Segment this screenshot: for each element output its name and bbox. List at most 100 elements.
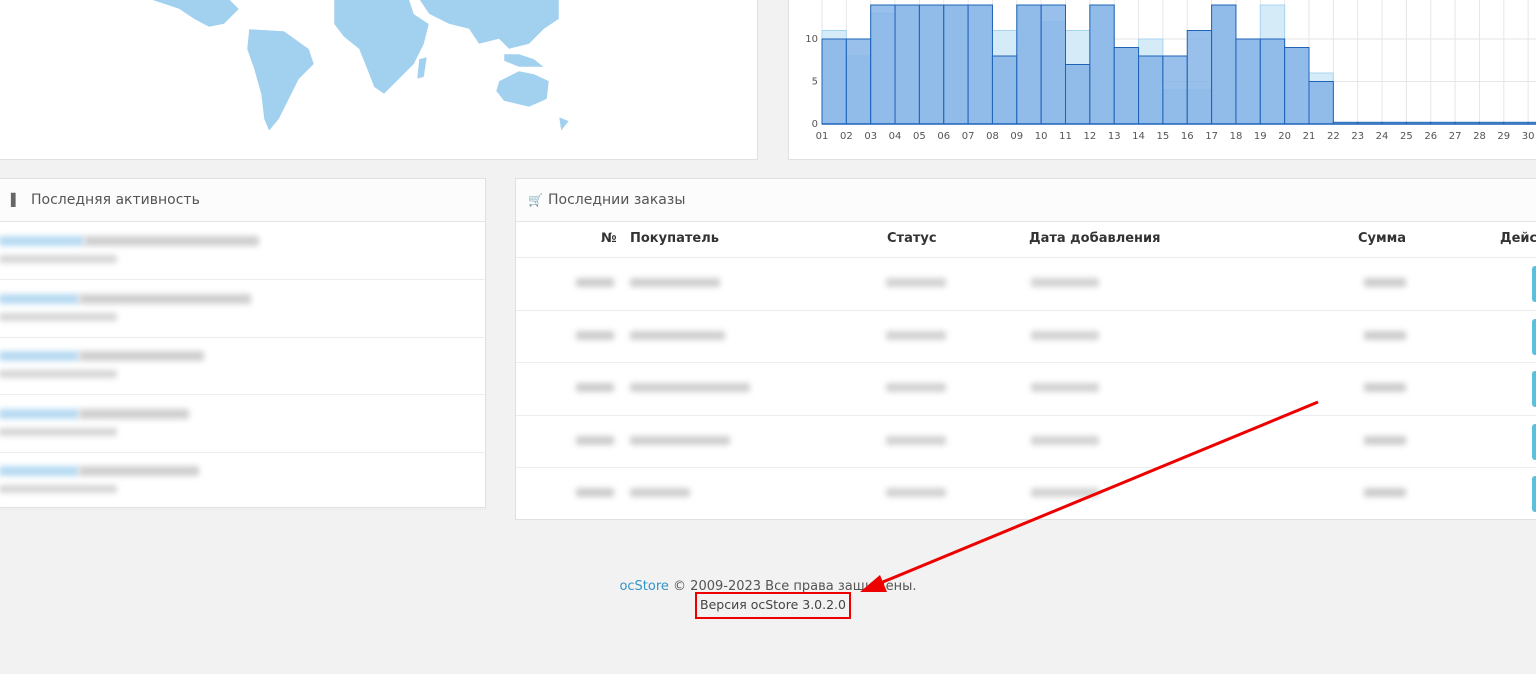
activity-text [79,408,189,419]
chart-bar-primary[interactable] [967,4,993,125]
activity-item [0,337,487,395]
activity-date [0,312,117,321]
ocstore-link[interactable]: ocStore [619,579,668,594]
recent-orders-panel: 🛒 Последнии заказы № Покупатель Статус Да… [515,178,1536,520]
x-tick-label: 01 [816,131,829,142]
activity-item [0,222,487,280]
activity-date [0,427,117,436]
chart-bar-primary[interactable] [1089,4,1115,125]
col-customer[interactable]: Покупатель [630,231,719,246]
x-tick-label: 21 [1303,131,1316,142]
order-id [576,278,614,287]
order-total [1364,488,1406,497]
col-number[interactable]: № [601,231,617,246]
order-date [1031,383,1099,392]
chart-bar-primary[interactable] [1235,38,1261,125]
chart-bar-primary[interactable] [870,4,896,125]
x-tick-label: 28 [1473,131,1486,142]
chart-bar-primary[interactable] [845,38,872,125]
x-tick-label: 14 [1132,131,1145,142]
order-date [1031,278,1099,287]
x-tick-label: 08 [986,131,999,142]
x-tick-label: 23 [1351,131,1364,142]
recent-activity-heading: ▌ Последняя активность [0,179,485,222]
x-tick-label: 30 [1522,131,1535,142]
view-order-button[interactable] [1532,371,1536,407]
chart-bar-primary[interactable] [1113,47,1140,125]
x-tick-label: 18 [1230,131,1243,142]
version-label: Версия ocStore 3.0.2.0 [695,592,851,619]
chart-bar-primary[interactable] [1138,55,1164,125]
x-tick-label: 17 [1205,131,1218,142]
sales-chart-panel: 0 5 10 01 02 03 04 05 06 07 08 09 10 11 12 13 14 15 16 17 18… [788,0,1536,160]
order-row[interactable] [516,362,1536,415]
order-id [576,488,614,497]
chart-bar-primary[interactable] [943,4,969,125]
order-status [886,383,946,392]
order-status [886,488,946,497]
x-tick-label: 11 [1059,131,1072,142]
order-status [886,330,946,340]
x-tick-label: 25 [1400,131,1413,142]
order-customer [630,488,690,497]
activity-link[interactable] [0,236,84,246]
order-total [1364,278,1406,287]
chart-bar-primary[interactable] [918,4,945,125]
order-row[interactable] [516,414,1536,468]
activity-text [79,293,251,304]
chart-bar-primary[interactable] [1211,4,1237,125]
activity-item [0,452,487,510]
order-date [1031,488,1099,497]
x-tick-label: 12 [1083,131,1096,142]
chart-bar-primary[interactable] [1040,4,1066,125]
view-order-button[interactable] [1532,423,1536,460]
activity-link[interactable] [0,293,79,304]
y-tick-label: 10 [805,34,818,45]
col-date-added[interactable]: Дата добавления [1029,231,1160,246]
world-map [151,0,570,132]
order-row[interactable] [516,467,1536,520]
x-tick-label: 27 [1449,131,1462,142]
view-order-button[interactable] [1532,318,1536,355]
view-order-button[interactable] [1532,476,1536,512]
chart-bar-primary[interactable] [821,38,847,125]
chart-bar-primary[interactable] [1259,38,1286,125]
order-customer [630,383,750,392]
order-total [1364,330,1406,340]
activity-link[interactable] [0,408,79,419]
chart-bar-primary[interactable] [1186,30,1213,125]
activity-text [79,351,204,361]
x-tick-label: 13 [1108,131,1121,142]
chart-bar-primary[interactable] [1162,55,1188,125]
activity-link[interactable] [0,466,79,476]
activity-text [84,236,259,246]
order-date [1031,435,1099,445]
activity-link[interactable] [0,351,79,361]
order-customer [630,435,730,445]
chart-bar-primary[interactable] [1016,4,1042,125]
order-id [576,435,614,445]
x-tick-label: 16 [1181,131,1194,142]
x-tick-label: 15 [1157,131,1170,142]
recent-orders-title: Последнии заказы [548,192,686,208]
sales-chart: 051001 02 03 04 05 06 07 08 09 10 11 12 13 14 15 16 17 18… [805,0,1536,142]
order-total [1364,383,1406,392]
order-status [886,435,946,445]
chart-bar-primary[interactable] [1284,47,1310,125]
col-status[interactable]: Статус [887,231,937,246]
order-row[interactable] [516,257,1536,310]
x-tick-label: 09 [1010,131,1023,142]
chart-bar-primary[interactable] [894,4,920,125]
chart-bar-primary[interactable] [1065,64,1091,125]
chart-bar-primary[interactable] [991,55,1018,125]
order-date [1031,330,1099,340]
recent-activity-panel: ▌ Последняя активность [0,178,487,510]
x-tick-label: 29 [1497,131,1510,142]
chart-bar-primary[interactable] [1308,81,1334,125]
col-total[interactable]: Сумма [1358,231,1406,246]
view-order-button[interactable] [1532,266,1536,302]
recent-activity-title: Последняя активность [31,192,200,208]
x-tick-label: 22 [1327,131,1340,142]
order-row[interactable] [516,309,1536,363]
activity-item [0,280,487,338]
